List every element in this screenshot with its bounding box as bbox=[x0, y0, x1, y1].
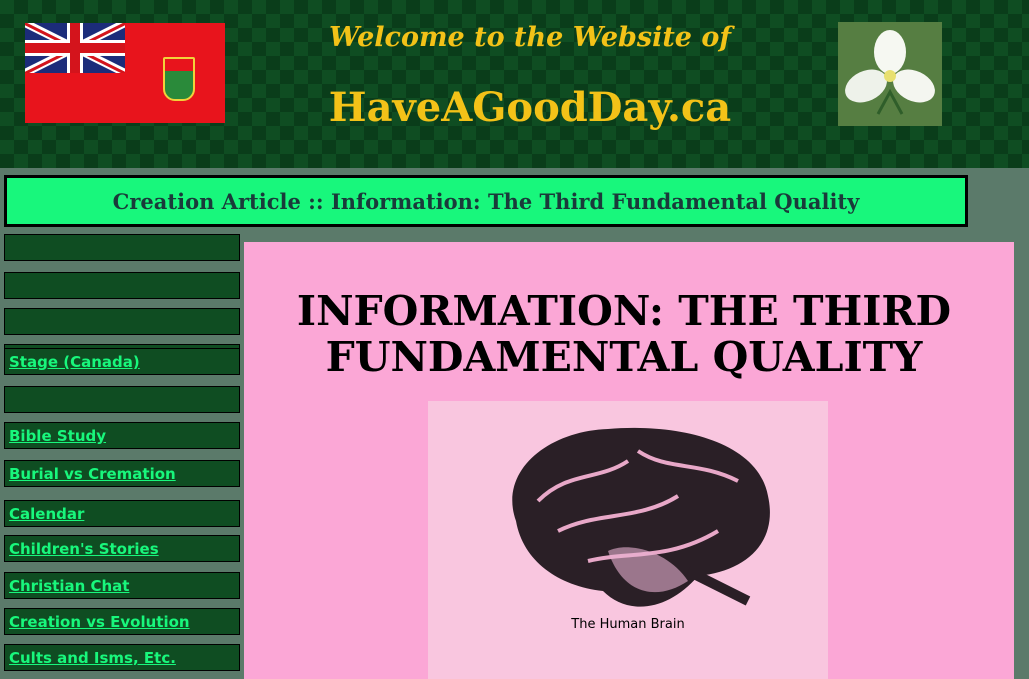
welcome-text: Welcome to the Website of bbox=[328, 22, 732, 53]
article-heading: INFORMATION: THE THIRD FUNDAMENTAL QUALI… bbox=[296, 287, 952, 381]
sidebar-item[interactable]: Cults and Isms, Etc. bbox=[4, 644, 240, 671]
image-caption: The Human Brain bbox=[571, 617, 685, 632]
sidebar-item[interactable]: Children's Stories bbox=[4, 535, 240, 562]
union-jack bbox=[25, 23, 125, 73]
sidebar-item[interactable]: Creation vs Evolution bbox=[4, 608, 240, 635]
ontario-flag-icon bbox=[25, 23, 225, 123]
sidebar-item[interactable]: Bible Study bbox=[4, 422, 240, 449]
sidebar-item[interactable] bbox=[4, 234, 240, 261]
sidebar-item[interactable]: Christian Chat bbox=[4, 572, 240, 599]
brain-image: The Human Brain bbox=[428, 401, 828, 679]
site-title[interactable]: HaveAGoodDay.ca bbox=[260, 84, 800, 131]
sidebar-nav: Stage (Canada) Bible Study Burial vs Cre… bbox=[2, 230, 242, 679]
trillium-flower-icon bbox=[838, 22, 942, 126]
article-content: INFORMATION: THE THIRD FUNDAMENTAL QUALI… bbox=[244, 242, 1014, 679]
sidebar-item[interactable]: Calendar bbox=[4, 500, 240, 527]
sidebar-item[interactable]: Burial vs Cremation bbox=[4, 460, 240, 487]
sidebar-item[interactable] bbox=[4, 308, 240, 335]
sidebar-item[interactable]: Stage (Canada) bbox=[4, 348, 240, 375]
article-banner: Creation Article :: Information: The Thi… bbox=[4, 175, 968, 227]
brain-icon bbox=[512, 427, 770, 607]
sidebar-item[interactable] bbox=[4, 386, 240, 413]
site-header: Welcome to the Website of HaveAGoodDay.c… bbox=[0, 0, 1029, 168]
sidebar-item[interactable] bbox=[4, 272, 240, 299]
image-subcaption bbox=[518, 639, 768, 659]
